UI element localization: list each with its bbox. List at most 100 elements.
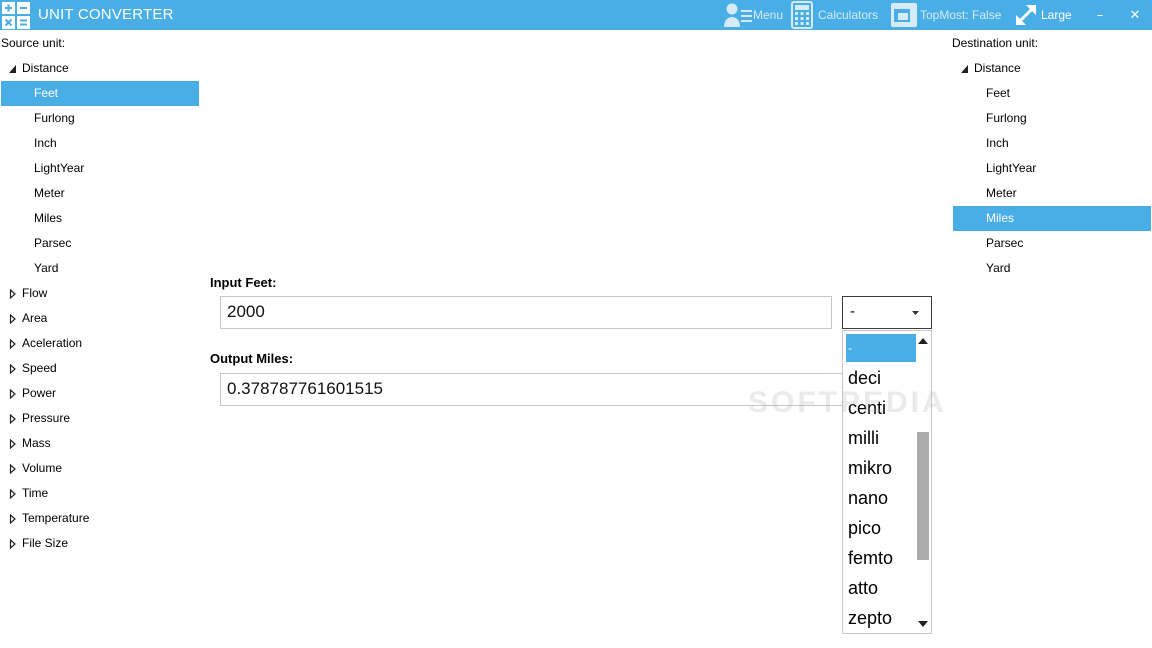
menu-button[interactable]: Menu — [723, 0, 783, 30]
source-category-flow[interactable]: Flow — [1, 281, 199, 306]
destination-unit-tree: Distance Feet Furlong Inch LightYear Meter Mi… — [953, 56, 1151, 281]
tree-item-label: LightYear — [986, 161, 1037, 175]
source-unit-parsec[interactable]: Parsec — [1, 231, 199, 256]
category-label: Distance — [22, 61, 69, 75]
tree-item-label: Time — [22, 486, 49, 500]
app-title: UNIT CONVERTER — [38, 6, 174, 23]
dropdown-scrollbar[interactable] — [916, 332, 930, 632]
destination-unit-meter[interactable]: Meter — [953, 181, 1151, 206]
prefix-option[interactable]: femto — [846, 544, 916, 572]
source-unit-meter[interactable]: Meter — [1, 181, 199, 206]
prefix-option[interactable]: milli — [846, 424, 916, 452]
source-category-distance[interactable]: Distance — [1, 56, 199, 81]
tree-item-label: Feet — [34, 86, 59, 100]
source-category-power[interactable]: Power — [1, 381, 199, 406]
source-unit-tree: Distance Feet Furlong Inch LightYear Meter Mi… — [1, 56, 199, 556]
close-button[interactable]: ✕ — [1119, 0, 1151, 30]
prefix-select[interactable]: - — [842, 296, 932, 329]
size-toggle[interactable]: Large — [1013, 0, 1072, 30]
destination-unit-yard[interactable]: Yard — [953, 256, 1151, 281]
title-bar: UNIT CONVERTER Menu Calculators TopMost:… — [0, 0, 1152, 30]
destination-unit-feet[interactable]: Feet — [953, 81, 1151, 106]
prefix-option[interactable]: centi — [846, 394, 916, 422]
source-category-pressure[interactable]: Pressure — [1, 406, 199, 431]
tree-item-label: Miles — [34, 211, 63, 225]
prefix-option[interactable]: zepto — [846, 604, 916, 632]
topmost-toggle[interactable]: TopMost: False — [890, 0, 1001, 30]
source-unit-feet[interactable]: Feet — [1, 81, 199, 106]
tree-item-label: Inch — [34, 136, 57, 150]
chevron-down-icon — [912, 311, 919, 315]
expanded-arrow-icon — [9, 65, 16, 73]
prefix-option[interactable]: - — [846, 334, 916, 362]
collapsed-arrow-icon — [9, 414, 16, 424]
output-value-field[interactable]: 0.378787761601515 — [220, 373, 844, 406]
tree-item-label: Aceleration — [22, 336, 83, 350]
destination-unit-inch[interactable]: Inch — [953, 131, 1151, 156]
prefix-dropdown-list: - deci centi milli mikro nano pico femto atto zep… — [842, 330, 932, 634]
tree-item-label: Power — [22, 386, 57, 400]
prefix-option[interactable]: atto — [846, 574, 916, 602]
destination-unit-lightyear[interactable]: LightYear — [953, 156, 1151, 181]
calculator-icon — [791, 1, 813, 29]
source-category-file-size[interactable]: File Size — [1, 531, 199, 556]
calculators-button[interactable]: Calculators — [790, 0, 878, 30]
scrollbar-thumb[interactable] — [917, 432, 929, 560]
minimize-button[interactable]: – — [1084, 0, 1116, 30]
source-category-mass[interactable]: Mass — [1, 431, 199, 456]
calculators-button-label: Calculators — [818, 8, 879, 22]
input-value-field[interactable]: 2000 — [220, 296, 832, 329]
tree-item-label: Area — [22, 311, 48, 325]
source-category-area[interactable]: Area — [1, 306, 199, 331]
prefix-selected-value: - — [850, 303, 855, 320]
destination-unit-parsec[interactable]: Parsec — [953, 231, 1151, 256]
collapsed-arrow-icon — [9, 539, 16, 549]
input-label: Input Feet: — [210, 275, 277, 290]
tree-item-label: Miles — [986, 211, 1015, 225]
prefix-option[interactable]: pico — [846, 514, 916, 542]
tree-item-label: Parsec — [986, 236, 1024, 250]
collapsed-arrow-icon — [9, 339, 16, 349]
calculator-logo-icon — [2, 2, 30, 29]
source-category-speed[interactable]: Speed — [1, 356, 199, 381]
tree-item-label: Furlong — [986, 111, 1027, 125]
source-category-volume[interactable]: Volume — [1, 456, 199, 481]
tree-item-label: Mass — [22, 436, 51, 450]
source-unit-label: Source unit: — [1, 36, 66, 50]
tree-item-label: Flow — [22, 286, 48, 300]
tree-item-label: Furlong — [34, 111, 75, 125]
prefix-option[interactable]: deci — [846, 364, 916, 392]
source-unit-miles[interactable]: Miles — [1, 206, 199, 231]
tree-item-label: Parsec — [34, 236, 72, 250]
expanded-arrow-icon — [961, 65, 968, 73]
tree-item-label: LightYear — [34, 161, 85, 175]
collapsed-arrow-icon — [9, 489, 16, 499]
destination-category-distance[interactable]: Distance — [953, 56, 1151, 81]
tree-item-label: Pressure — [22, 411, 71, 425]
prefix-option[interactable]: nano — [846, 484, 916, 512]
tree-item-label: Volume — [22, 461, 63, 475]
prefix-option[interactable]: mikro — [846, 454, 916, 482]
window-stack-icon — [891, 3, 917, 27]
destination-unit-miles[interactable]: Miles — [953, 206, 1151, 231]
scroll-down-icon[interactable] — [918, 621, 928, 627]
source-unit-lightyear[interactable]: LightYear — [1, 156, 199, 181]
collapsed-arrow-icon — [9, 464, 16, 474]
tree-item-label: Meter — [34, 186, 65, 200]
scroll-up-icon[interactable] — [918, 338, 928, 344]
destination-unit-furlong[interactable]: Furlong — [953, 106, 1151, 131]
source-category-time[interactable]: Time — [1, 481, 199, 506]
source-unit-furlong[interactable]: Furlong — [1, 106, 199, 131]
collapsed-arrow-icon — [9, 439, 16, 449]
source-unit-inch[interactable]: Inch — [1, 131, 199, 156]
source-category-aceleration[interactable]: Aceleration — [1, 331, 199, 356]
collapsed-arrow-icon — [9, 289, 16, 299]
collapsed-arrow-icon — [9, 314, 16, 324]
minimize-icon: – — [1096, 7, 1104, 23]
destination-unit-label: Destination unit: — [952, 36, 1039, 50]
tree-item-label: Meter — [986, 186, 1017, 200]
size-label: Large — [1041, 8, 1072, 22]
source-category-temperature[interactable]: Temperature — [1, 506, 199, 531]
category-label: Distance — [974, 61, 1021, 75]
source-unit-yard[interactable]: Yard — [1, 256, 199, 281]
